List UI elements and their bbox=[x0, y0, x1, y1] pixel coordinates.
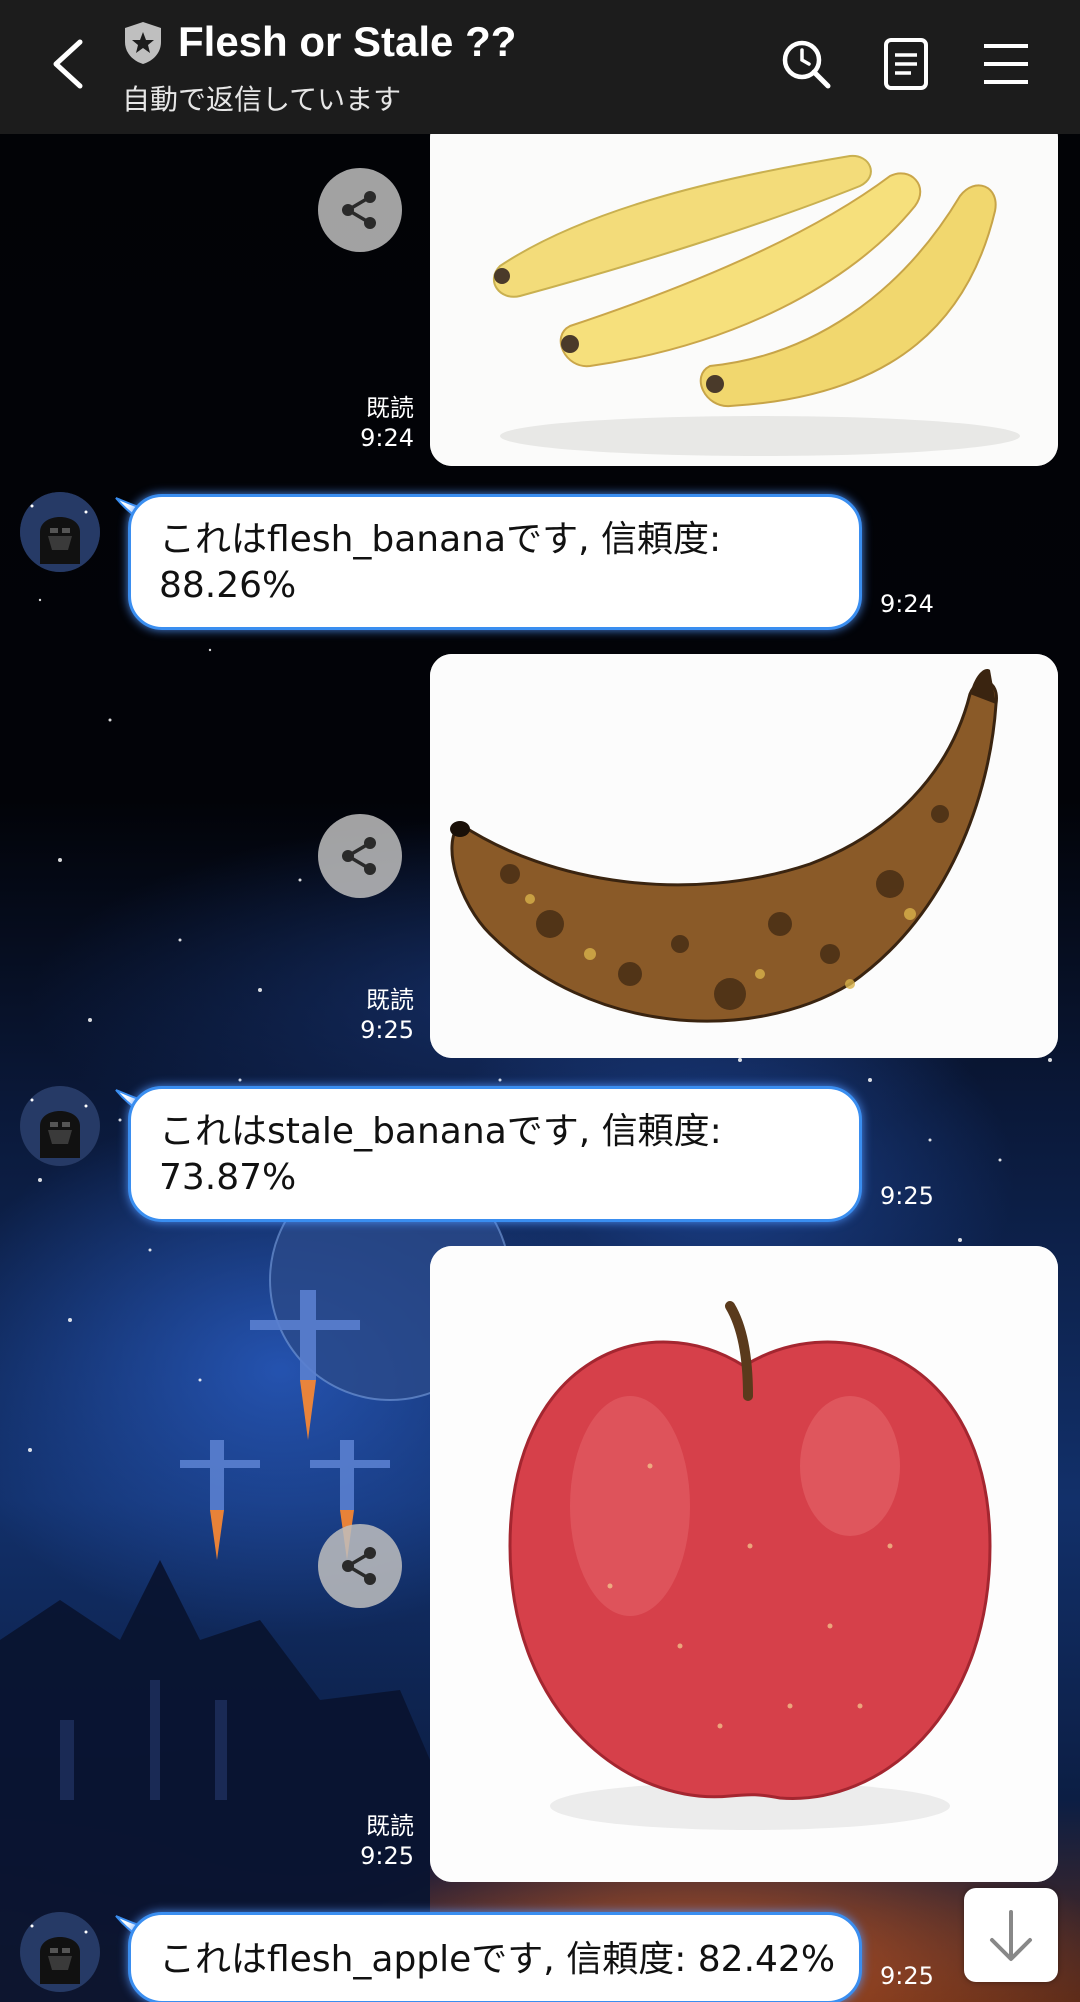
back-arrow-icon bbox=[53, 39, 83, 89]
menu-icon bbox=[984, 44, 1028, 84]
avatar[interactable] bbox=[20, 1912, 100, 1992]
sent-photo-apple[interactable] bbox=[430, 1246, 1058, 1882]
received-message-bubble[interactable]: これはflesh_bananaです, 信頼度: 88.26% bbox=[128, 494, 862, 630]
message-time: 9:25 bbox=[360, 1842, 414, 1870]
shield-icon bbox=[125, 22, 161, 64]
chat-subtitle: 自動で返信しています bbox=[122, 83, 402, 116]
menu-button[interactable] bbox=[978, 36, 1034, 92]
scroll-to-bottom-button[interactable] bbox=[964, 1888, 1058, 1982]
arrow-down-icon bbox=[990, 1910, 1032, 1961]
share-button[interactable] bbox=[318, 168, 402, 252]
message-text-line2: 73.87% bbox=[159, 1157, 297, 1198]
message-time: 9:24 bbox=[880, 590, 934, 618]
avatar[interactable] bbox=[20, 1086, 100, 1166]
message-time: 9:25 bbox=[880, 1182, 934, 1210]
read-receipt: 既読 bbox=[366, 1812, 414, 1840]
sent-photo-bananas[interactable] bbox=[430, 116, 1058, 466]
read-receipt: 既読 bbox=[366, 986, 414, 1014]
share-button[interactable] bbox=[318, 1524, 402, 1608]
darth-vader-avatar-icon bbox=[20, 1086, 100, 1166]
chat-title: Flesh or Stale ?? bbox=[178, 18, 517, 65]
darth-vader-avatar-icon bbox=[20, 1912, 100, 1992]
notes-icon bbox=[884, 38, 928, 90]
received-message-bubble[interactable]: これはstale_bananaです, 信頼度: 73.87% bbox=[128, 1086, 862, 1222]
message-time: 9:25 bbox=[360, 1016, 414, 1044]
message-text-line1: これはflesh_bananaです, 信頼度: bbox=[159, 519, 722, 560]
avatar[interactable] bbox=[20, 492, 100, 572]
message-text-line2: 88.26% bbox=[159, 565, 297, 606]
stale-banana-image bbox=[430, 654, 1058, 1058]
received-message-bubble[interactable]: これはflesh_appleです, 信頼度: 82.42% bbox=[128, 1912, 862, 2002]
message-time: 9:25 bbox=[880, 1962, 934, 1990]
share-icon bbox=[342, 191, 376, 229]
darth-vader-avatar-icon bbox=[20, 492, 100, 572]
message-time: 9:24 bbox=[360, 424, 414, 452]
message-text-line1: これはflesh_appleです, 信頼度: 82.42% bbox=[159, 1939, 836, 1980]
search-icon bbox=[782, 40, 831, 89]
apple-image bbox=[430, 1246, 1058, 1882]
sent-photo-stale-banana[interactable] bbox=[430, 654, 1058, 1058]
share-icon bbox=[342, 837, 376, 875]
chat-header: Flesh or Stale ?? 自動で返信しています bbox=[0, 0, 1080, 134]
search-button[interactable] bbox=[778, 36, 834, 92]
back-button[interactable] bbox=[44, 34, 96, 94]
banana-bunch-image bbox=[430, 116, 1058, 466]
share-button[interactable] bbox=[318, 814, 402, 898]
share-icon bbox=[342, 1547, 376, 1585]
message-text-line1: これはstale_bananaです, 信頼度: bbox=[159, 1111, 722, 1152]
read-receipt: 既読 bbox=[366, 394, 414, 422]
notes-button[interactable] bbox=[878, 36, 934, 92]
